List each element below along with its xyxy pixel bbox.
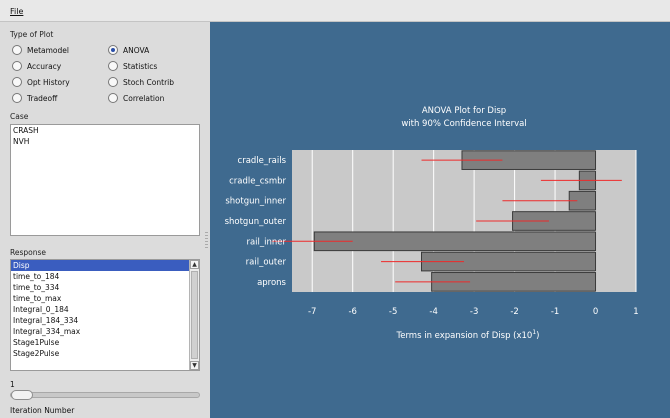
- case-label: Case: [10, 112, 29, 121]
- chart-subtitle: with 90% Confidence Interval: [401, 119, 526, 129]
- radio-label: Statistics: [123, 61, 158, 71]
- control-panel: Type of Plot Metamodel ANOVA Accuracy St…: [0, 22, 210, 418]
- response-item[interactable]: time_to_max: [11, 293, 189, 304]
- x-tick-label: -5: [389, 307, 397, 317]
- bar-rail_inner: [313, 231, 597, 252]
- radio-stoch-contrib[interactable]: Stoch Contrib: [108, 76, 174, 88]
- radio-opt-history[interactable]: Opt History: [12, 76, 70, 88]
- response-item[interactable]: time_to_334: [11, 282, 189, 293]
- category-label: rail_inner: [246, 237, 286, 247]
- scroll-thumb[interactable]: [191, 271, 198, 359]
- response-item[interactable]: Integral_184_334: [11, 315, 189, 326]
- iteration-number-label: Iteration Number: [10, 406, 75, 415]
- radio-indicator: [12, 61, 22, 71]
- response-item[interactable]: Stage2Pulse: [11, 348, 189, 359]
- response-item[interactable]: Integral_334_max: [11, 326, 189, 337]
- radio-label: Stoch Contrib: [123, 77, 174, 87]
- radio-label: Opt History: [27, 77, 70, 87]
- response-scrollbar[interactable]: ▲ ▼: [189, 260, 199, 370]
- menu-bar: File: [0, 0, 670, 22]
- x-tick-label: -3: [470, 307, 478, 317]
- radio-label: Accuracy: [27, 61, 62, 71]
- category-label: cradle_rails: [238, 156, 287, 166]
- radio-indicator-selected: [108, 45, 118, 55]
- category-label: aprons: [257, 278, 286, 288]
- response-item-selected[interactable]: Disp: [11, 260, 189, 271]
- x-tick-label: 0: [593, 307, 598, 317]
- response-item[interactable]: Stage1Pulse: [11, 337, 189, 348]
- x-tick-label: -1: [551, 307, 559, 317]
- case-list[interactable]: CRASH NVH: [10, 124, 200, 236]
- category-label: shotgun_inner: [225, 197, 286, 207]
- splitter-handle[interactable]: [205, 232, 208, 250]
- scroll-up-icon[interactable]: ▲: [190, 260, 199, 269]
- response-item[interactable]: Integral_0_184: [11, 304, 189, 315]
- radio-indicator: [12, 77, 22, 87]
- radio-indicator: [12, 45, 22, 55]
- scroll-down-icon[interactable]: ▼: [190, 361, 199, 370]
- radio-statistics[interactable]: Statistics: [108, 60, 157, 72]
- x-tick-label: 1: [633, 307, 638, 317]
- response-item[interactable]: time_to_184: [11, 271, 189, 282]
- radio-accuracy[interactable]: Accuracy: [12, 60, 61, 72]
- radio-anova[interactable]: ANOVA: [108, 44, 149, 56]
- radio-label: Metamodel: [27, 45, 69, 55]
- type-of-plot-label: Type of Plot: [10, 30, 54, 39]
- case-item-crash[interactable]: CRASH: [11, 125, 199, 136]
- x-tick-label: -2: [510, 307, 518, 317]
- category-label: cradle_csmbr: [229, 176, 286, 186]
- x-tick-label: -4: [429, 307, 437, 317]
- radio-indicator: [12, 93, 22, 103]
- iteration-slider-track[interactable]: [10, 392, 200, 398]
- anova-chart: ANOVA Plot for Disp with 90% Confidence I…: [225, 106, 639, 341]
- radio-tradeoff[interactable]: Tradeoff: [12, 92, 57, 104]
- case-item-nvh[interactable]: NVH: [11, 136, 199, 147]
- radio-label: ANOVA: [123, 45, 150, 55]
- chart-title: ANOVA Plot for Disp: [422, 106, 506, 116]
- x-tick-label: -7: [308, 307, 316, 317]
- radio-indicator: [108, 61, 118, 71]
- response-list[interactable]: Disp time_to_184 time_to_334 time_to_max…: [10, 259, 200, 371]
- radio-indicator: [108, 93, 118, 103]
- iteration-value: 1: [10, 380, 15, 389]
- response-label: Response: [10, 248, 47, 257]
- radio-label: Tradeoff: [27, 93, 58, 103]
- radio-correlation[interactable]: Correlation: [108, 92, 164, 104]
- radio-metamodel[interactable]: Metamodel: [12, 44, 69, 56]
- iteration-slider-knob[interactable]: [11, 390, 33, 400]
- x-tick-label: -6: [348, 307, 356, 317]
- radio-label: Correlation: [123, 93, 165, 103]
- file-menu[interactable]: File: [10, 7, 23, 16]
- x-axis-label: Terms in expansion of Disp (x101): [395, 329, 539, 341]
- category-label: shotgun_outer: [225, 217, 287, 227]
- radio-indicator: [108, 77, 118, 87]
- plot-panel: ANOVA Plot for Disp with 90% Confidence I…: [210, 22, 670, 418]
- category-label: rail_outer: [246, 258, 287, 268]
